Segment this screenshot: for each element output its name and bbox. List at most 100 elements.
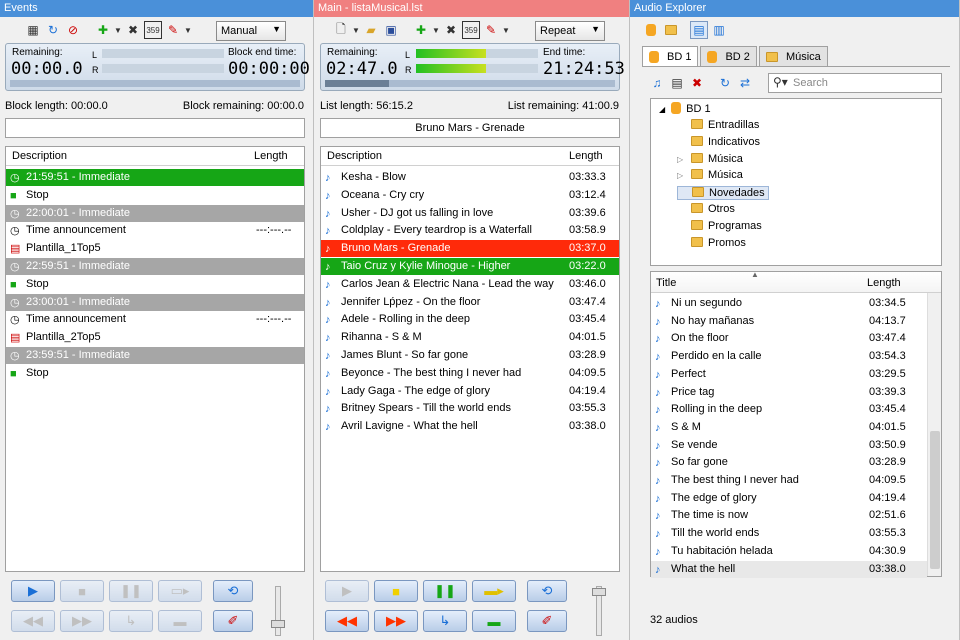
col-length[interactable]: Length (254, 150, 288, 162)
erase-button[interactable]: ✐ (213, 610, 253, 632)
event-row[interactable]: ■ Stop (6, 276, 304, 293)
playlist-row[interactable]: ♪ Oceana - Cry cry 03:12.4 (321, 187, 619, 204)
playlist-row[interactable]: ♪ Lady Gaga - The edge of glory 04:19.4 (321, 383, 619, 400)
forward-button[interactable]: ▶▶ (374, 610, 418, 632)
tree-folder[interactable]: Programas (677, 219, 762, 232)
volume-slider[interactable] (275, 586, 281, 636)
event-row[interactable]: ◷ 23:59:51 - Immediate (6, 347, 304, 364)
save-icon[interactable]: ▣ (382, 21, 400, 39)
event-row[interactable]: ◷ Time announcement ---:---.-- (6, 311, 304, 328)
tree-folder[interactable]: Novedades (677, 186, 769, 201)
playlist-row[interactable]: ♪ Taio Cruz y Kylie Minogue - Higher 03:22… (321, 258, 619, 275)
folder-icon[interactable] (662, 21, 680, 39)
audio-row[interactable]: ♪ The edge of glory 04:19.4 (651, 490, 927, 507)
erase-button[interactable]: ✐ (527, 610, 567, 632)
edit-icon[interactable]: ✎ (482, 21, 500, 39)
count-icon[interactable]: 359 (462, 21, 480, 39)
delete-icon[interactable]: ✖ (688, 74, 706, 92)
event-row[interactable]: ■ Stop (6, 365, 304, 382)
stop-button[interactable]: ■ (60, 580, 104, 602)
add-icon[interactable]: ✚ (94, 21, 112, 39)
tree-root[interactable]: ◢ BD 1 (659, 102, 711, 115)
view-tree-icon[interactable]: ▤ (690, 21, 708, 39)
events-mode-select[interactable]: Manual ▼ (216, 21, 286, 41)
chevron-down-icon[interactable]: ▼ (502, 21, 510, 39)
playlist-row[interactable]: ♪ Kesha - Blow 03:33.3 (321, 169, 619, 186)
database-icon[interactable] (642, 21, 660, 39)
view-list-icon[interactable]: ▥ (710, 21, 728, 39)
scrollbar-thumb[interactable] (930, 431, 940, 569)
col-length[interactable]: Length (569, 150, 603, 162)
event-row[interactable]: ◷ 22:00:01 - Immediate (6, 204, 304, 222)
audio-row[interactable]: ♪ Se vende 03:50.9 (651, 437, 927, 454)
tree-folder[interactable]: Promos (677, 236, 746, 249)
playlist-row[interactable]: ♪ James Blunt - So far gone 03:28.9 (321, 347, 619, 364)
audio-row[interactable]: ♪ Rolling in the deep 03:45.4 (651, 401, 927, 418)
playlist-row[interactable]: ♪ Britney Spears - Till the world ends 03:… (321, 400, 619, 417)
col-title[interactable]: Title (656, 277, 676, 289)
col-length[interactable]: Length (867, 277, 901, 289)
expander-icon[interactable]: ▷ (677, 155, 691, 164)
audio-row[interactable]: ♪ On the floor 03:47.4 (651, 330, 927, 347)
loop-button[interactable]: ⟲ (527, 580, 567, 602)
audio-row[interactable]: ♪ Perfect 03:29.5 (651, 366, 927, 383)
playlist-row[interactable]: ♪ Beyonce - The best thing I never had 04:… (321, 365, 619, 382)
play-button[interactable]: ▶ (325, 580, 369, 602)
volume-slider-thumb[interactable] (271, 620, 285, 628)
tree-folder[interactable]: ▷ Música (677, 152, 743, 165)
chevron-down-icon[interactable]: ▼ (432, 21, 440, 39)
playlist-row[interactable]: ♪ Coldplay - Every teardrop is a Waterfal… (321, 222, 619, 239)
fade-button[interactable]: ▬ (158, 610, 202, 632)
open-folder-icon[interactable]: ▰ (362, 21, 380, 39)
tab-bd1[interactable]: BD 1 (642, 46, 699, 67)
new-file-icon[interactable]: 🗋 (332, 21, 350, 39)
audio-row[interactable]: ♪ Till the world ends 03:55.3 (651, 525, 927, 542)
properties-icon[interactable]: ▤ (668, 74, 686, 92)
clock-delete-icon[interactable]: ⊘ (64, 21, 82, 39)
next-insert-button[interactable]: ▬▸ (472, 580, 516, 602)
calendar-icon[interactable]: ▦ (24, 21, 42, 39)
chevron-down-icon[interactable]: ▼ (114, 21, 122, 39)
loop-button[interactable]: ⟲ (213, 580, 253, 602)
col-description[interactable]: Description (327, 150, 382, 162)
playlist-row[interactable]: ♪ Carlos Jean & Electric Nana - Lead the … (321, 276, 619, 293)
delete-icon[interactable]: ✖ (124, 21, 142, 39)
event-row[interactable]: ◷ 22:59:51 - Immediate (6, 258, 304, 275)
delete-icon[interactable]: ✖ (442, 21, 460, 39)
playlist-row[interactable]: ♪ Adele - Rolling in the deep 03:45.4 (321, 311, 619, 328)
audio-row[interactable]: ♪ S & M 04:01.5 (651, 419, 927, 436)
audio-row[interactable]: ♪ The best thing I never had 04:09.5 (651, 472, 927, 489)
pause-button[interactable]: ❚❚ (109, 580, 153, 602)
tree-folder[interactable]: ▷ Música (677, 169, 743, 181)
tree-folder[interactable]: Entradillas (677, 119, 759, 131)
stop-button[interactable]: ■ (374, 580, 418, 602)
audio-row[interactable]: ♪ Perdido en la calle 03:54.3 (651, 348, 927, 365)
audio-row[interactable]: ♪ So far gone 03:28.9 (651, 454, 927, 471)
playlist-row[interactable]: ♪ Usher - DJ got us falling in love 03:39.… (321, 205, 619, 222)
play-button[interactable]: ▶ (11, 580, 55, 602)
audio-row[interactable]: ♪ Ni un segundo 03:34.5 (651, 295, 927, 312)
tab-musica[interactable]: Música (758, 46, 828, 66)
audio-row[interactable]: ♪ The time is now 02:51.6 (651, 507, 927, 524)
add-audio-icon[interactable]: ♫ (648, 74, 666, 92)
sync-icon[interactable]: ⇄ (736, 74, 754, 92)
col-description[interactable]: Description (12, 150, 67, 162)
return-button[interactable]: ↳ (109, 610, 153, 632)
next-insert-button[interactable]: ▭▸ (158, 580, 202, 602)
expander-icon[interactable]: ▷ (677, 171, 691, 180)
playlist-row[interactable]: ♪ Rihanna - S & M 04:01.5 (321, 329, 619, 346)
count-icon[interactable]: 359 (144, 21, 162, 39)
event-row[interactable]: ◷ 21:59:51 - Immediate (6, 169, 304, 186)
forward-button[interactable]: ▶▶ (60, 610, 104, 632)
rewind-button[interactable]: ◀◀ (325, 610, 369, 632)
audio-row[interactable]: ♪ Price tag 03:39.3 (651, 384, 927, 401)
playlist-row[interactable]: ♪ Jennifer Lṕpez - On the floor 03:47.4 (321, 294, 619, 311)
main-mode-select[interactable]: Repeat ▼ (535, 21, 605, 41)
playlist-row[interactable]: ♪ Avril Lavigne - What the hell 03:38.0 (321, 418, 619, 435)
rewind-button[interactable]: ◀◀ (11, 610, 55, 632)
chevron-down-icon[interactable]: ▼ (184, 21, 192, 39)
return-button[interactable]: ↳ (423, 610, 467, 632)
event-row[interactable]: ▤ Plantilla_2Top5 (6, 329, 304, 346)
search-input[interactable]: ⚲▾ Search (768, 73, 942, 93)
edit-icon[interactable]: ✎ (164, 21, 182, 39)
